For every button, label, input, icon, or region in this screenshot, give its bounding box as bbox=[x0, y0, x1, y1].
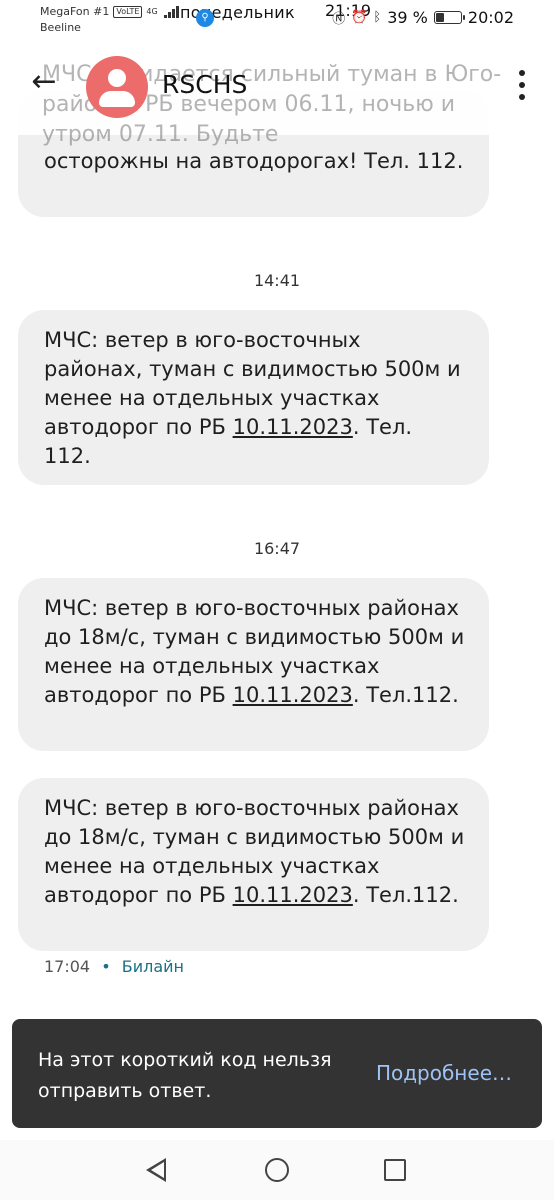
status-left: MegaFon #1 VoLTE 4G Beeline bbox=[40, 4, 179, 36]
contact-avatar-icon[interactable] bbox=[86, 56, 148, 118]
network-type: 4G bbox=[146, 7, 158, 16]
status-right: Ⓝ ⏰ ᛒ 39 % 20:02 bbox=[332, 8, 514, 27]
snackbar-text: На этот короткий код нельзя отправить от… bbox=[38, 1049, 332, 1102]
message-time: 17:04 bbox=[44, 957, 91, 976]
message-bubble[interactable]: МЧС: ветер в юго-восточных районах до 18… bbox=[18, 778, 489, 951]
message-text-end: . Тел.112. bbox=[352, 883, 459, 907]
status-time: 20:02 bbox=[467, 8, 514, 27]
message-bubble[interactable]: МЧС: ветер в юго-восточных районах, тума… bbox=[18, 310, 489, 485]
status-bar: MegaFon #1 VoLTE 4G Beeline понедельник … bbox=[0, 0, 554, 40]
search-icon: ⚲ bbox=[196, 9, 214, 27]
sim-carrier: Билайн bbox=[121, 957, 184, 976]
message-text-end: . Тел.112. bbox=[352, 683, 459, 707]
nav-back-icon[interactable] bbox=[146, 1158, 166, 1182]
battery-percent: 39 % bbox=[387, 8, 428, 27]
time-separator: 16:47 bbox=[253, 539, 301, 558]
carrier1-label: MegaFon #1 bbox=[40, 5, 110, 18]
avatar-head bbox=[108, 69, 126, 87]
snackbar: На этот короткий код нельзя отправить от… bbox=[12, 1019, 542, 1128]
signal-icon bbox=[163, 6, 179, 18]
contact-title[interactable]: RSCHS bbox=[162, 70, 247, 99]
bluetooth-icon: ᛒ bbox=[373, 10, 382, 25]
message-date-link[interactable]: 10.11.2023 bbox=[233, 883, 353, 907]
volte-badge: VoLTE bbox=[113, 6, 143, 18]
message-bubble[interactable]: МЧС: ветер в юго-восточных районах до 18… bbox=[18, 578, 489, 751]
more-vert-icon[interactable] bbox=[516, 70, 528, 100]
message-date-link[interactable]: 10.11.2023 bbox=[233, 415, 353, 439]
alarm-icon: ⏰ bbox=[351, 10, 368, 25]
nfc-icon: Ⓝ bbox=[332, 12, 346, 27]
carrier2-label: Beeline bbox=[40, 21, 81, 34]
message-meta: 17:04 • Билайн bbox=[44, 957, 184, 976]
battery-fill bbox=[435, 13, 445, 22]
message-text: осторожны на автодорогах! Тел. 112. bbox=[44, 149, 464, 173]
nav-home-icon[interactable] bbox=[265, 1158, 289, 1182]
meta-separator: • bbox=[101, 957, 111, 976]
conversation-header: МЧС: ожидается сильный туман в Юго-район… bbox=[0, 40, 554, 147]
avatar-shoulders bbox=[99, 91, 135, 107]
learn-more-button[interactable]: Подробнее… bbox=[376, 1061, 512, 1085]
system-nav-bar bbox=[0, 1140, 554, 1200]
message-date-link[interactable]: 10.11.2023 bbox=[233, 683, 353, 707]
back-arrow-icon[interactable]: ← bbox=[28, 66, 60, 98]
battery-icon bbox=[433, 11, 465, 24]
time-separator: 14:41 bbox=[253, 271, 301, 290]
nav-recents-icon[interactable] bbox=[384, 1159, 406, 1181]
